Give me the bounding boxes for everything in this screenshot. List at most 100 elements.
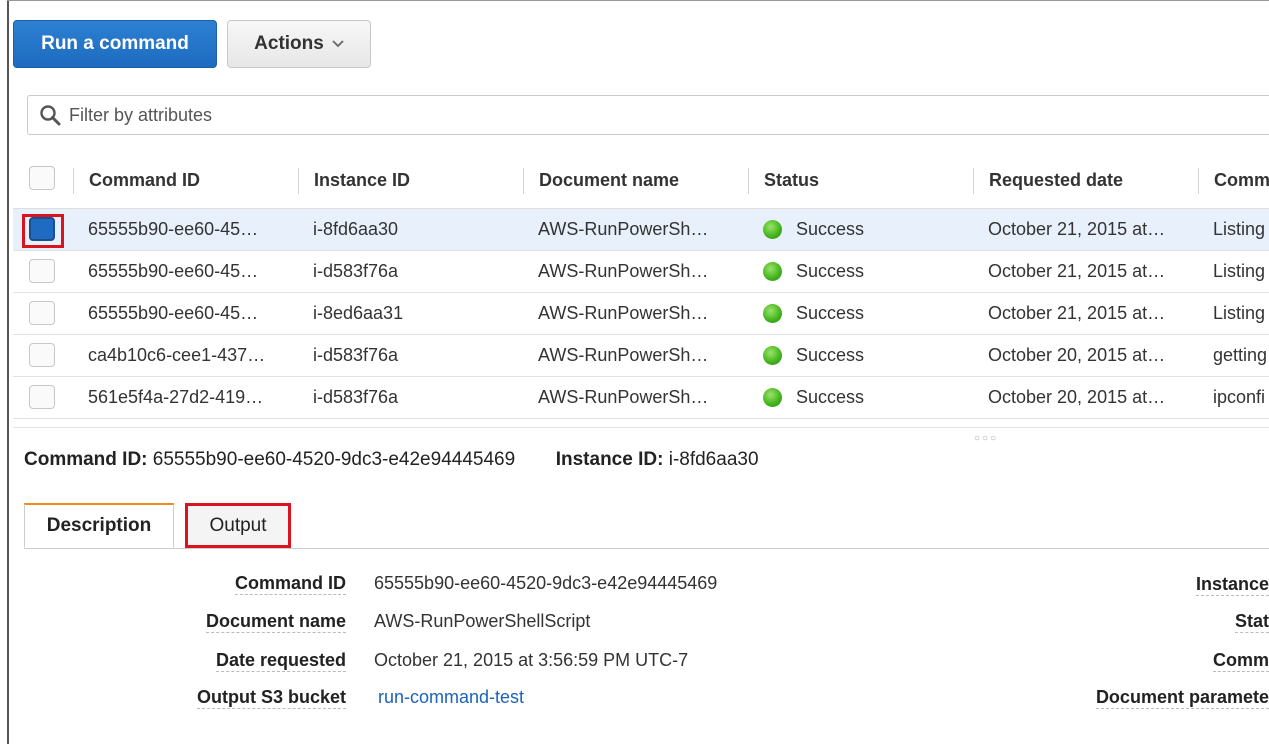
select-all-cell (13, 152, 73, 208)
resize-grip-icon[interactable]: ○○○ (974, 433, 998, 444)
row-checkbox[interactable] (29, 385, 55, 409)
cell-requested-date: October 21, 2015 at… (988, 303, 1166, 323)
field-comment-label: Comm (1212, 650, 1269, 672)
success-dot-icon (763, 346, 782, 365)
column-label: Document name (539, 169, 680, 190)
cell-instance-id: i-8fd6aa30 (313, 219, 399, 239)
tab-output[interactable]: Output (185, 503, 291, 548)
success-dot-icon (763, 304, 782, 323)
detail-tabs: Description Output (24, 503, 1269, 549)
cell-comment: Listing (1213, 303, 1266, 323)
cell-instance-id: i-d583f76a (313, 387, 399, 407)
status-text: Success (796, 345, 865, 365)
cell-status: Success (748, 303, 973, 324)
toolbar: Run a command Actions (13, 20, 371, 68)
column-label: Status (764, 169, 820, 190)
column-header-command-id[interactable]: Command ID (73, 152, 298, 208)
table-header: Command ID Instance ID Document name Sta… (13, 152, 1269, 209)
table-row[interactable]: 65555b90-ee60-45… i-8ed6aa31 AWS-RunPowe… (13, 293, 1269, 335)
output-s3-bucket-link[interactable]: run-command-test (378, 687, 524, 708)
cell-document-name: AWS-RunPowerSh… (538, 261, 709, 281)
field-command-id-value: 65555b90-ee60-4520-9dc3-e42e94445469 (374, 573, 718, 593)
cell-command-id: 561e5f4a-27d2-419… (88, 387, 264, 407)
column-label: Requested date (989, 169, 1124, 190)
table-row[interactable]: 65555b90-ee60-45… i-8fd6aa30 AWS-RunPowe… (13, 209, 1269, 251)
table-row-partial (13, 419, 1269, 428)
cell-document-name: AWS-RunPowerSh… (538, 345, 709, 365)
column-header-requested-date[interactable]: Requested date (973, 152, 1198, 208)
column-header-status[interactable]: Status (748, 152, 973, 208)
cell-comment: ipconfi (1213, 387, 1266, 407)
field-document-name-label: Document name (205, 611, 346, 633)
cell-status: Success (748, 261, 973, 282)
column-header-instance-id[interactable]: Instance ID (298, 152, 523, 208)
window-left-border (7, 0, 9, 744)
cell-status: Success (748, 345, 973, 366)
cell-requested-date: October 21, 2015 at… (988, 261, 1166, 281)
commands-table: Command ID Instance ID Document name Sta… (13, 152, 1269, 428)
run-command-button[interactable]: Run a command (13, 20, 217, 68)
select-all-checkbox[interactable] (29, 166, 55, 190)
status-text: Success (796, 303, 865, 323)
cell-document-name: AWS-RunPowerSh… (538, 219, 709, 239)
row-select-cell (13, 377, 73, 418)
row-select-cell (13, 251, 73, 292)
chevron-down-icon (332, 37, 344, 51)
detail-instance-id-value: i-8fd6aa30 (668, 449, 759, 470)
cell-document-name: AWS-RunPowerSh… (538, 387, 709, 407)
status-text: Success (796, 387, 865, 407)
field-document-name-value: AWS-RunPowerShellScript (374, 611, 591, 631)
cell-requested-date: October 20, 2015 at… (988, 387, 1166, 407)
cell-command-id: 65555b90-ee60-45… (88, 261, 259, 281)
field-output-bucket-label: Output S3 bucket (196, 687, 346, 709)
cell-comment: getting (1213, 345, 1268, 365)
field-date-requested-label: Date requested (215, 650, 346, 672)
field-command-id-label: Command ID (234, 573, 346, 595)
cell-status: Success (748, 219, 973, 240)
cell-instance-id: i-d583f76a (313, 261, 399, 281)
tab-description[interactable]: Description (24, 503, 174, 548)
column-header-comment[interactable]: Comm (1198, 152, 1269, 208)
field-date-requested-value: October 21, 2015 at 3:56:59 PM UTC-7 (374, 650, 689, 670)
detail-header: Command ID: 65555b90-ee60-4520-9dc3-e42e… (24, 449, 759, 471)
run-command-label: Run a command (41, 33, 189, 54)
filter-input[interactable] (67, 103, 671, 127)
field-status-label: Stat (1234, 611, 1269, 633)
cell-command-id: ca4b10c6-cee1-437… (88, 345, 266, 365)
table-row[interactable]: 561e5f4a-27d2-419… i-d583f76a AWS-RunPow… (13, 377, 1269, 419)
filter-bar[interactable] (27, 95, 1269, 135)
detail-command-id-value: 65555b90-ee60-4520-9dc3-e42e94445469 (152, 449, 516, 470)
row-checkbox-checked[interactable] (29, 217, 55, 241)
success-dot-icon (763, 262, 782, 281)
cell-comment: Listing (1213, 219, 1266, 239)
table-row[interactable]: 65555b90-ee60-45… i-d583f76a AWS-RunPowe… (13, 251, 1269, 293)
status-text: Success (796, 261, 865, 281)
search-icon (40, 105, 61, 126)
success-dot-icon (763, 388, 782, 407)
actions-dropdown-button[interactable]: Actions (227, 20, 371, 68)
row-select-cell (13, 293, 73, 334)
detail-command-id-label: Command ID: (24, 449, 148, 470)
table-row[interactable]: ca4b10c6-cee1-437… i-d583f76a AWS-RunPow… (13, 335, 1269, 377)
column-label: Command ID (89, 169, 201, 190)
row-checkbox[interactable] (29, 301, 55, 325)
field-document-parameters-label: Document paramete (1095, 687, 1269, 709)
row-checkbox[interactable] (29, 343, 55, 367)
column-header-document-name[interactable]: Document name (523, 152, 748, 208)
column-label: Instance ID (314, 169, 411, 190)
cell-status: Success (748, 387, 973, 408)
success-dot-icon (763, 220, 782, 239)
cell-instance-id: i-8ed6aa31 (313, 303, 404, 323)
cell-command-id: 65555b90-ee60-45… (88, 303, 259, 323)
row-checkbox[interactable] (29, 259, 55, 283)
row-select-cell (13, 209, 73, 250)
tab-output-label: Output (209, 514, 267, 536)
cell-document-name: AWS-RunPowerSh… (538, 303, 709, 323)
status-text: Success (796, 219, 865, 239)
cell-command-id: 65555b90-ee60-45… (88, 219, 259, 239)
detail-instance-id-label: Instance ID: (555, 449, 664, 470)
column-label: Comm (1214, 169, 1269, 190)
actions-label: Actions (254, 33, 324, 54)
row-select-cell (13, 335, 73, 376)
cell-requested-date: October 20, 2015 at… (988, 345, 1166, 365)
